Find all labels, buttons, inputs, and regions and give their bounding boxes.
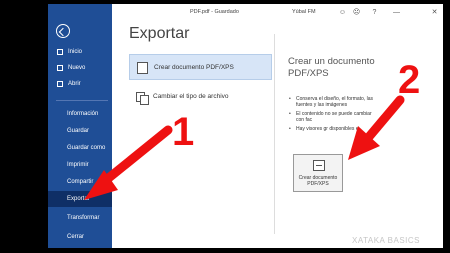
arrow-to-exportar <box>84 125 173 200</box>
step-number-1: 1 <box>172 110 195 154</box>
annotation-arrows <box>84 95 405 200</box>
step-number-2: 2 <box>398 58 421 102</box>
watermark: XATAKA BASICS <box>352 236 421 245</box>
arrow-to-create-button <box>348 95 405 160</box>
